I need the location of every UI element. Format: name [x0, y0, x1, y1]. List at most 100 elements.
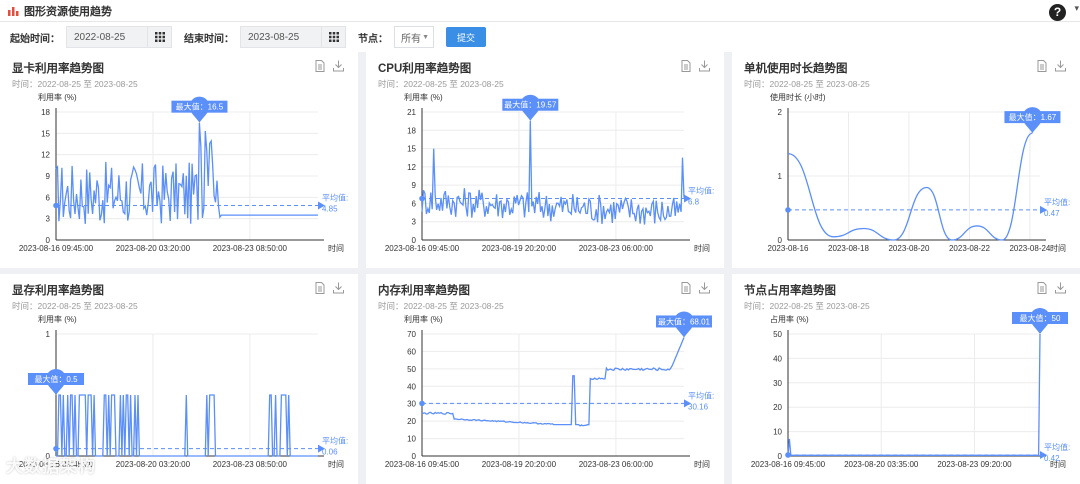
node-select[interactable]: 所有 ▼	[394, 26, 434, 48]
average-marker	[419, 195, 425, 202]
average-value: 0.42	[1044, 454, 1060, 463]
x-tick-label: 2023-08-16 09:45:00	[19, 244, 94, 253]
y-axis-label: 利用率 (%)	[404, 314, 443, 324]
y-tick-label: 10	[773, 428, 782, 437]
average-value: 0.06	[322, 448, 338, 457]
y-axis-label: 利用率 (%)	[38, 92, 77, 102]
series-line	[55, 122, 318, 224]
y-tick-label: 9	[46, 172, 51, 181]
y-axis-label: 利用率 (%)	[404, 92, 443, 102]
y-tick-label: 18	[407, 126, 416, 135]
line-chart: 使用时长 (小时)0122023-08-16 2023-08-18 2023-08-…	[768, 92, 1071, 253]
chart-panel: 显卡利用率趋势图 时间：2022-08-25 至 2023-08-25 利用率 (%…	[0, 52, 358, 268]
y-tick-label: 40	[407, 382, 416, 391]
watermark: 大数据架构	[6, 457, 96, 476]
line-chart: 占用率 (%)010203040502023-08-16 09:45:00 202…	[751, 308, 1070, 469]
x-tick-label: 2023-08-24	[1009, 244, 1050, 253]
x-tick-label: 2023-08-16 09:45:00	[751, 460, 826, 469]
x-axis-label: 时间	[328, 243, 344, 253]
y-axis-label: 占用率 (%)	[770, 314, 809, 324]
node-select-value: 所有	[401, 33, 421, 45]
line-chart: 利用率 (%)0102030405060702023-08-16 09:45:0…	[385, 311, 714, 469]
calendar-icon[interactable]	[148, 26, 172, 48]
x-tick-label: 2023-08-23 08:50:00	[213, 244, 288, 253]
help-icon[interactable]: ?	[1049, 4, 1066, 21]
bar-chart-icon	[8, 6, 19, 16]
caret-down-icon[interactable]: ▾	[1074, 3, 1079, 14]
y-tick-label: 10	[407, 435, 416, 444]
x-tick-label: 2023-08-19 20:20:00	[482, 244, 557, 253]
chart-panel: CPU利用率趋势图 时间：2022-08-25 至 2023-08-25 利用率 (…	[366, 52, 724, 268]
x-tick-label: 2023-08-20 03:35:00	[844, 460, 919, 469]
y-tick-label: 50	[773, 330, 782, 339]
x-tick-label: 2023-08-16	[768, 244, 809, 253]
calendar-icon[interactable]	[322, 26, 346, 48]
y-tick-label: 9	[412, 181, 417, 190]
max-value-pin: 最大值：19.57	[502, 94, 559, 121]
average-marker	[785, 207, 791, 213]
x-tick-label: 2023-08-23 06:00:00	[579, 244, 654, 253]
average-label: 平均值:	[322, 193, 348, 203]
y-tick-label: 21	[407, 108, 416, 117]
start-date-input[interactable]: 2022-08-25	[66, 26, 148, 48]
chevron-down-icon: ▼	[422, 33, 429, 41]
y-tick-label: 12	[407, 163, 416, 172]
series-line	[421, 337, 685, 427]
x-tick-label: 2023-08-18	[828, 244, 869, 253]
node-label: 节点：	[358, 33, 388, 45]
average-value: 0.47	[1044, 209, 1060, 218]
x-tick-label: 2023-08-20 03:20:00	[116, 460, 191, 469]
start-time-label: 起始时间：	[10, 33, 60, 45]
max-value-label: 最大值：1.67	[1009, 112, 1057, 122]
x-axis-label: 时间	[694, 459, 710, 469]
series-line	[421, 120, 685, 225]
max-value-pin: 最大值：50	[1012, 308, 1068, 334]
x-tick-label: 2023-08-23 06:00:00	[579, 460, 654, 469]
average-marker	[53, 202, 59, 209]
y-tick-label: 70	[407, 330, 416, 339]
max-value-label: 最大值：16.5	[176, 102, 224, 112]
max-value-pin: 最大值：1.67	[1004, 107, 1061, 134]
x-axis-label: 时间	[694, 243, 710, 253]
x-tick-label: 2023-08-19 20:20:00	[482, 460, 557, 469]
y-tick-label: 3	[46, 215, 51, 224]
max-value-pin: 最大值：0.5	[28, 369, 84, 395]
max-value-label: 最大值：0.5	[34, 374, 78, 384]
y-tick-label: 2	[778, 108, 783, 117]
y-tick-label: 60	[407, 347, 416, 356]
end-date-input[interactable]: 2023-08-25	[240, 26, 322, 48]
average-marker	[785, 452, 791, 458]
x-tick-label: 2023-08-22	[949, 244, 990, 253]
y-tick-label: 50	[407, 365, 416, 374]
y-tick-label: 1	[778, 172, 783, 181]
chart-panel: 节点占用率趋势图 时间：2022-08-25 至 2023-08-25 占用率 (%…	[732, 274, 1080, 484]
x-axis-label: 时间	[1050, 243, 1066, 253]
end-time-label: 结束时间：	[184, 33, 234, 45]
x-tick-label: 2023-08-20	[888, 244, 929, 253]
average-marker	[419, 400, 425, 407]
y-tick-label: 20	[407, 417, 416, 426]
average-label: 平均值:	[688, 186, 714, 196]
average-value: 6.8	[688, 198, 700, 207]
average-value: 4.85	[322, 205, 338, 214]
average-marker	[53, 445, 59, 452]
average-label: 平均值:	[1044, 197, 1070, 207]
series-line	[787, 132, 1033, 241]
y-tick-label: 3	[412, 218, 417, 227]
average-label: 平均值:	[688, 390, 714, 400]
y-tick-label: 1	[46, 330, 51, 339]
max-value-label: 最大值：68.01	[658, 316, 711, 326]
average-value: 30.16	[688, 402, 709, 411]
max-value-label: 最大值：50	[1020, 313, 1061, 323]
average-label: 平均值:	[322, 436, 348, 446]
line-chart: 利用率 (%)0369121518212023-08-16 09:45:00 20…	[385, 92, 714, 253]
y-tick-label: 40	[773, 354, 782, 363]
series-line	[787, 333, 1041, 456]
x-axis-label: 时间	[328, 459, 344, 469]
max-value-pin: 最大值：16.5	[171, 96, 228, 123]
y-tick-label: 30	[407, 400, 416, 409]
y-axis-label: 使用时长 (小时)	[770, 92, 826, 102]
y-tick-label: 6	[46, 193, 51, 202]
x-tick-label: 2023-08-23 09:20:00	[937, 460, 1012, 469]
submit-button[interactable]: 提交	[446, 27, 486, 47]
